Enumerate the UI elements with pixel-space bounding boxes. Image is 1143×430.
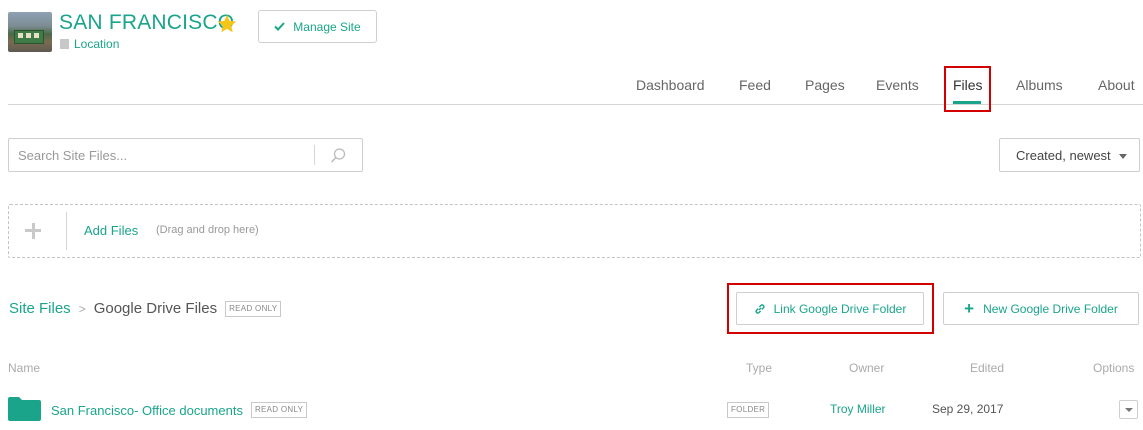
read-only-badge: READ ONLY	[250, 402, 308, 418]
file-name-link[interactable]: San Francisco- Office documents READ ONL…	[51, 402, 308, 418]
plus-icon	[25, 223, 41, 239]
plus-icon: +	[964, 299, 975, 318]
folder-icon	[8, 397, 41, 421]
drag-drop-hint: (Drag and drop here)	[156, 224, 259, 236]
tram-window	[26, 33, 31, 38]
column-header-type[interactable]: Type	[746, 361, 772, 375]
tab-pages[interactable]: Pages	[805, 77, 845, 93]
tab-dashboard[interactable]: Dashboard	[636, 77, 705, 93]
search-icon[interactable]	[329, 147, 347, 165]
sort-selected-label: Created, newest	[1016, 147, 1111, 163]
type-badge: FOLDER	[727, 402, 770, 418]
file-name-label: San Francisco- Office documents	[51, 402, 243, 418]
files-tab-highlight	[944, 66, 991, 112]
caret-down-icon	[1119, 154, 1127, 159]
site-location[interactable]: Location	[60, 37, 119, 51]
tram-window	[34, 33, 39, 38]
owner-link[interactable]: Troy Miller	[830, 402, 886, 416]
favorite-star-icon[interactable]	[216, 13, 238, 35]
link-button-highlight	[727, 283, 934, 334]
add-files-dropzone[interactable]: Add Files (Drag and drop here)	[8, 204, 1141, 258]
breadcrumb-site-files[interactable]: Site Files	[9, 300, 71, 317]
location-label: Location	[74, 37, 120, 51]
dropzone-divider	[66, 212, 67, 250]
site-title[interactable]: SAN FRANCISCO	[59, 11, 234, 35]
search-box	[8, 138, 363, 172]
manage-site-button[interactable]: Manage Site	[258, 10, 377, 43]
manage-site-label: Manage Site	[293, 19, 361, 34]
sort-select[interactable]: Created, newest	[999, 138, 1140, 172]
column-header-options: Options	[1093, 361, 1135, 375]
column-header-name[interactable]: Name	[8, 361, 40, 375]
tab-albums[interactable]: Albums	[1016, 77, 1063, 93]
site-thumbnail[interactable]	[8, 12, 52, 52]
tab-about[interactable]: About	[1098, 77, 1135, 93]
tab-feed[interactable]: Feed	[739, 77, 771, 93]
table-row: San Francisco- Office documents READ ONL…	[8, 392, 1143, 426]
options-dropdown-button[interactable]	[1119, 400, 1138, 419]
location-icon	[60, 39, 69, 49]
read-only-badge: READ ONLY	[225, 300, 282, 317]
breadcrumb-separator: >	[78, 301, 86, 316]
column-header-owner[interactable]: Owner	[849, 361, 884, 375]
column-header-edited[interactable]: Edited	[970, 361, 1004, 375]
search-divider	[314, 145, 315, 165]
tram-window	[18, 33, 23, 38]
breadcrumb-current: Google Drive Files	[93, 300, 218, 317]
search-input[interactable]	[9, 139, 314, 171]
new-google-drive-folder-button[interactable]: + New Google Drive Folder	[943, 292, 1139, 325]
breadcrumb: Site Files > Google Drive Files READ ONL…	[9, 300, 282, 317]
edited-date: Sep 29, 2017	[932, 402, 1004, 416]
new-google-drive-folder-label: New Google Drive Folder	[983, 301, 1118, 316]
add-files-link[interactable]: Add Files	[84, 223, 138, 238]
checkmark-icon	[274, 22, 286, 31]
tab-events[interactable]: Events	[876, 77, 919, 93]
